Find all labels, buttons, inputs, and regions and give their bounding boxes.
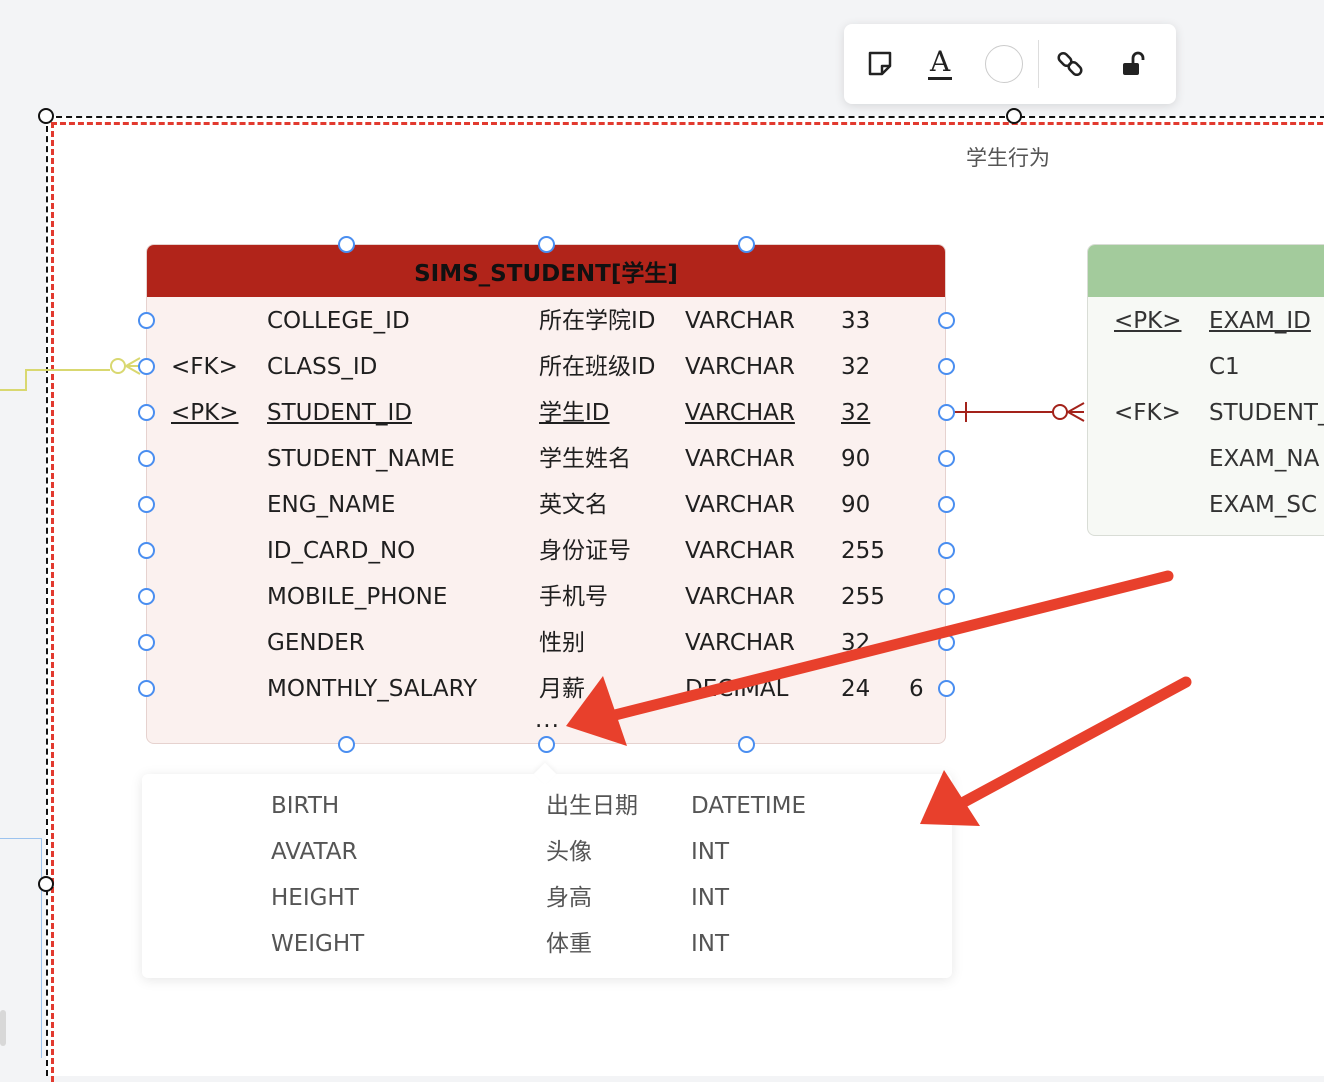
- annotation-arrow-shaft: [609, 570, 1174, 721]
- annotation-arrow-shaft: [958, 676, 1192, 808]
- annotation-arrows: [566, 570, 1192, 826]
